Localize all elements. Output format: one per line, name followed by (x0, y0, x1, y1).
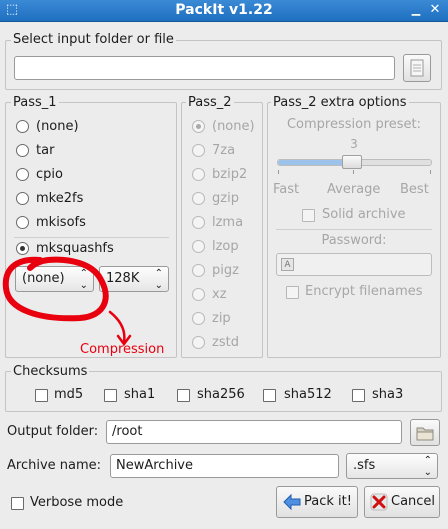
password-label: Password: (321, 233, 387, 248)
slider-tick (353, 170, 354, 174)
close-icon[interactable]: ✕ (427, 2, 443, 18)
sha1-label: sha1 (124, 387, 156, 402)
radio-icon[interactable] (16, 144, 29, 157)
updown-arrows-icon: ⌃ ⌄ (423, 455, 432, 478)
sha3-label: sha3 (372, 387, 404, 402)
archive-name-label: Archive name: (7, 458, 102, 473)
output-folder-label: Output folder: (7, 424, 99, 439)
slider-average-label: Average (327, 182, 381, 197)
extra-separator (276, 229, 432, 230)
slider-tick (278, 170, 279, 174)
radio-icon[interactable] (192, 192, 205, 205)
pack-arrow-icon (283, 493, 301, 511)
slider-fast-label: Fast (273, 182, 300, 197)
sha1-checkbox[interactable] (104, 389, 117, 402)
md5-label: md5 (54, 387, 84, 402)
sha512-checkbox[interactable] (263, 389, 276, 402)
password-field[interactable]: A (276, 253, 432, 276)
document-icon (410, 59, 424, 77)
browse-input-button[interactable] (403, 54, 431, 82)
slider-fill (278, 160, 351, 165)
archive-name-field[interactable]: NewArchive (110, 454, 339, 478)
radio-selected-icon[interactable] (192, 120, 205, 133)
window-titlebar[interactable]: ⬚ PackIt v1.22 ▁ ✕ (0, 0, 448, 22)
radio-icon[interactable] (16, 192, 29, 205)
radio-icon[interactable] (192, 312, 205, 325)
radio-icon[interactable] (16, 216, 29, 229)
slider-best-label: Best (400, 182, 429, 197)
slider-tick (430, 170, 431, 174)
minimize-icon[interactable]: ▁ (408, 2, 424, 18)
pack-it-button[interactable]: Pack it! (276, 486, 358, 518)
pass2-label: Pass_2 (186, 95, 234, 110)
input-path-field[interactable] (14, 56, 395, 80)
solid-archive-checkbox[interactable] (302, 209, 315, 222)
radio-icon[interactable] (16, 168, 29, 181)
cancel-x-icon (370, 493, 388, 511)
solid-archive-label: Solid archive (322, 207, 406, 222)
radio-icon[interactable] (192, 216, 205, 229)
window-title: PackIt v1.22 (175, 2, 273, 18)
input-group-label: Select input folder or file (11, 32, 176, 47)
sha3-checkbox[interactable] (352, 389, 365, 402)
preset-value: 3 (350, 137, 358, 151)
radio-icon[interactable] (192, 264, 205, 277)
sha256-checkbox[interactable] (177, 389, 190, 402)
compression-preset-label: Compression preset: (286, 117, 422, 132)
checksums-label: Checksums (11, 364, 90, 379)
verbose-mode-checkbox[interactable] (11, 497, 24, 510)
sha512-label: sha512 (284, 387, 332, 402)
encrypt-filenames-checkbox[interactable] (286, 286, 299, 299)
archive-extension-combo[interactable]: .sfs ⌃ ⌄ (346, 453, 438, 479)
folder-icon (416, 427, 434, 441)
output-folder-field[interactable]: /root (106, 420, 402, 444)
pass1-separator (14, 237, 169, 238)
extra-options-label: Pass_2 extra options (271, 95, 409, 110)
radio-icon[interactable] (192, 288, 205, 301)
pass1-label: Pass_1 (11, 95, 59, 110)
slider-handle[interactable] (342, 155, 362, 169)
cancel-button[interactable]: Cancel (364, 486, 440, 518)
radio-icon[interactable] (16, 120, 29, 133)
verbose-mode-label: Verbose mode (30, 495, 124, 510)
md5-checkbox[interactable] (35, 389, 48, 402)
encrypt-filenames-label: Encrypt filenames (305, 284, 423, 299)
sha256-label: sha256 (197, 387, 245, 402)
radio-icon[interactable] (192, 240, 205, 253)
browse-output-button[interactable] (410, 419, 440, 446)
radio-icon[interactable] (192, 336, 205, 349)
radio-icon[interactable] (192, 168, 205, 181)
radio-icon[interactable] (192, 144, 205, 157)
compression-annotation-label: Compression (80, 342, 165, 357)
password-type-icon: A (281, 258, 294, 271)
